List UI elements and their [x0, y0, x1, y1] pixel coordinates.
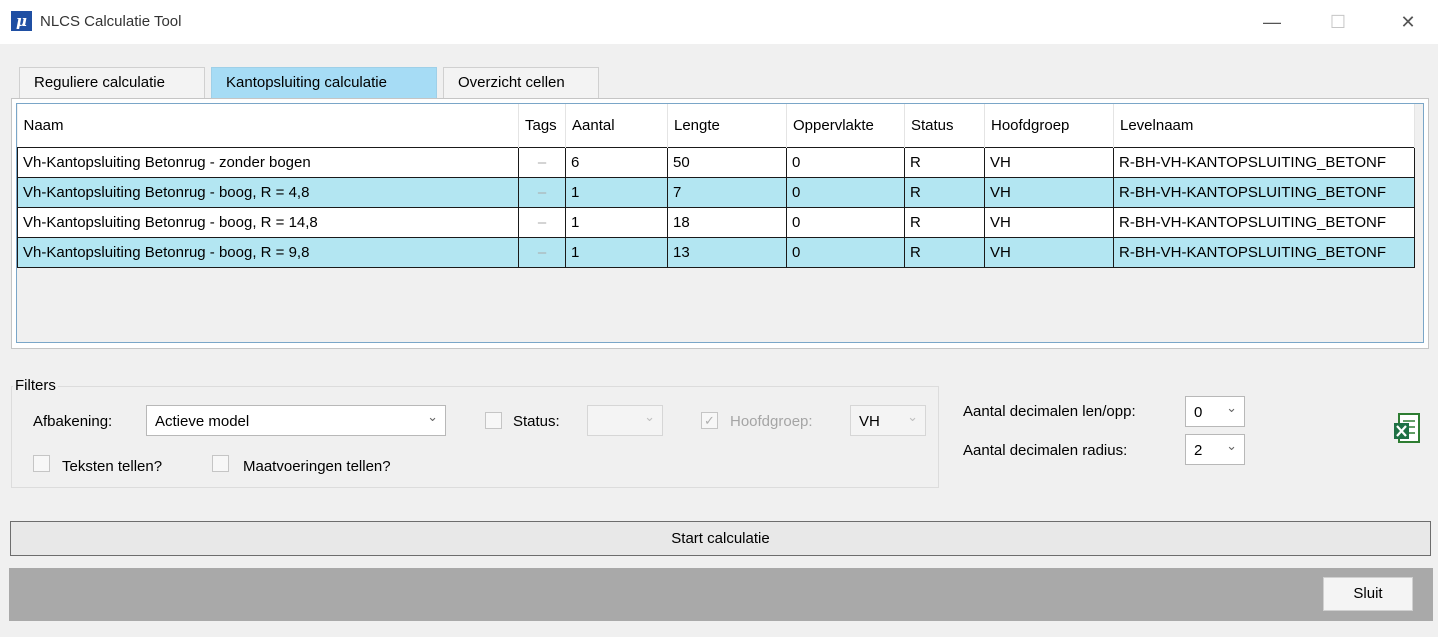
cell-oppervlakte[interactable]: 0	[786, 176, 905, 208]
chevron-down-icon: ⌄	[907, 409, 918, 424]
cell-tags[interactable]: –	[518, 146, 566, 178]
cell-status[interactable]: R	[904, 146, 985, 178]
cell-tags[interactable]: –	[518, 206, 566, 238]
cell-levelnaam[interactable]: R-BH-VH-KANTOPSLUITING_BETONF	[1113, 176, 1415, 208]
cell-aantal[interactable]: 1	[565, 206, 668, 238]
cell-hoofdgroep[interactable]: VH	[984, 236, 1114, 268]
results-grid[interactable]: Naam Tags Aantal Lengte Oppervlakte Stat…	[16, 103, 1424, 343]
cell-hoofdgroep[interactable]: VH	[984, 176, 1114, 208]
column-header-aantal[interactable]: Aantal	[565, 104, 668, 147]
chevron-down-icon: ⌄	[1226, 438, 1237, 453]
status-label: Status:	[513, 413, 560, 430]
results-table: Naam Tags Aantal Lengte Oppervlakte Stat…	[17, 104, 1415, 268]
status-select[interactable]: ⌄	[587, 405, 663, 436]
afbakening-label: Afbakening:	[33, 413, 113, 430]
hoofdgroep-checkbox[interactable]: ✓	[701, 412, 718, 429]
app-logo-icon: μ	[11, 11, 32, 31]
teksten-tellen-checkbox[interactable]	[33, 455, 50, 472]
filters-legend: Filters	[13, 377, 58, 394]
column-header-levelnaam[interactable]: Levelnaam	[1113, 104, 1415, 147]
close-window-button[interactable]: ✕	[1388, 8, 1428, 36]
cell-naam[interactable]: Vh-Kantopsluiting Betonrug - zonder boge…	[17, 146, 519, 178]
cell-tags[interactable]: –	[518, 176, 566, 208]
tab-content-panel: Naam Tags Aantal Lengte Oppervlakte Stat…	[11, 98, 1429, 349]
bottom-bar	[9, 568, 1433, 621]
minimize-button[interactable]: —	[1252, 8, 1292, 36]
table-row[interactable]: Vh-Kantopsluiting Betonrug - zonder boge…	[17, 146, 1415, 178]
title-bar: μ NLCS Calculatie Tool — ☐ ✕	[0, 0, 1438, 44]
start-calculatie-button[interactable]: Start calculatie	[10, 521, 1431, 556]
column-header-lengte[interactable]: Lengte	[667, 104, 787, 147]
cell-naam[interactable]: Vh-Kantopsluiting Betonrug - boog, R = 1…	[17, 206, 519, 238]
cell-status[interactable]: R	[904, 206, 985, 238]
column-header-naam[interactable]: Naam	[17, 104, 519, 147]
cell-levelnaam[interactable]: R-BH-VH-KANTOPSLUITING_BETONF	[1113, 236, 1415, 268]
maximize-button[interactable]: ☐	[1318, 8, 1358, 36]
cell-levelnaam[interactable]: R-BH-VH-KANTOPSLUITING_BETONF	[1113, 206, 1415, 238]
column-header-oppervlakte[interactable]: Oppervlakte	[786, 104, 905, 147]
decimalen-len-opp-label: Aantal decimalen len/opp:	[963, 403, 1136, 420]
decimalen-len-opp-select[interactable]: 0 ⌄	[1185, 396, 1245, 427]
hoofdgroep-value: VH	[859, 413, 880, 430]
tab-reguliere-calculatie[interactable]: Reguliere calculatie	[19, 67, 205, 98]
table-header-row: Naam Tags Aantal Lengte Oppervlakte Stat…	[17, 104, 1415, 147]
tab-kantopsluiting-calculatie[interactable]: Kantopsluiting calculatie	[211, 67, 437, 98]
maatvoeringen-tellen-checkbox[interactable]	[212, 455, 229, 472]
excel-export-icon[interactable]	[1391, 411, 1423, 447]
cell-aantal[interactable]: 1	[565, 236, 668, 268]
cell-levelnaam[interactable]: R-BH-VH-KANTOPSLUITING_BETONF	[1113, 146, 1415, 178]
afbakening-select[interactable]: Actieve model ⌄	[146, 405, 446, 436]
tab-overzicht-cellen[interactable]: Overzicht cellen	[443, 67, 599, 98]
cell-lengte[interactable]: 7	[667, 176, 787, 208]
cell-aantal[interactable]: 1	[565, 176, 668, 208]
hoofdgroep-select[interactable]: VH ⌄	[850, 405, 926, 436]
chevron-down-icon: ⌄	[427, 409, 438, 424]
cell-lengte[interactable]: 50	[667, 146, 787, 178]
cell-oppervlakte[interactable]: 0	[786, 236, 905, 268]
column-header-status[interactable]: Status	[904, 104, 985, 147]
maatvoeringen-tellen-label: Maatvoeringen tellen?	[243, 458, 391, 475]
sluit-button[interactable]: Sluit	[1323, 577, 1413, 611]
cell-oppervlakte[interactable]: 0	[786, 206, 905, 238]
cell-lengte[interactable]: 18	[667, 206, 787, 238]
cell-aantal[interactable]: 6	[565, 146, 668, 178]
teksten-tellen-label: Teksten tellen?	[62, 458, 163, 475]
table-row[interactable]: Vh-Kantopsluiting Betonrug - boog, R = 1…	[17, 206, 1415, 238]
cell-naam[interactable]: Vh-Kantopsluiting Betonrug - boog, R = 4…	[17, 176, 519, 208]
afbakening-value: Actieve model	[155, 413, 250, 430]
chevron-down-icon: ⌄	[644, 409, 655, 424]
decimalen-radius-label: Aantal decimalen radius:	[963, 442, 1128, 459]
cell-lengte[interactable]: 13	[667, 236, 787, 268]
cell-tags[interactable]: –	[518, 236, 566, 268]
cell-oppervlakte[interactable]: 0	[786, 146, 905, 178]
window-title: NLCS Calculatie Tool	[40, 13, 182, 30]
cell-hoofdgroep[interactable]: VH	[984, 206, 1114, 238]
cell-naam[interactable]: Vh-Kantopsluiting Betonrug - boog, R = 9…	[17, 236, 519, 268]
chevron-down-icon: ⌄	[1226, 400, 1237, 415]
column-header-tags[interactable]: Tags	[518, 104, 566, 147]
hoofdgroep-label: Hoofdgroep:	[730, 413, 813, 430]
table-row[interactable]: Vh-Kantopsluiting Betonrug - boog, R = 4…	[17, 176, 1415, 208]
cell-hoofdgroep[interactable]: VH	[984, 146, 1114, 178]
cell-status[interactable]: R	[904, 176, 985, 208]
decimalen-len-opp-value: 0	[1194, 404, 1203, 421]
status-checkbox[interactable]	[485, 412, 502, 429]
decimalen-radius-value: 2	[1194, 442, 1203, 459]
decimalen-radius-select[interactable]: 2 ⌄	[1185, 434, 1245, 465]
cell-status[interactable]: R	[904, 236, 985, 268]
column-header-hoofdgroep[interactable]: Hoofdgroep	[984, 104, 1114, 147]
table-row[interactable]: Vh-Kantopsluiting Betonrug - boog, R = 9…	[17, 236, 1415, 268]
